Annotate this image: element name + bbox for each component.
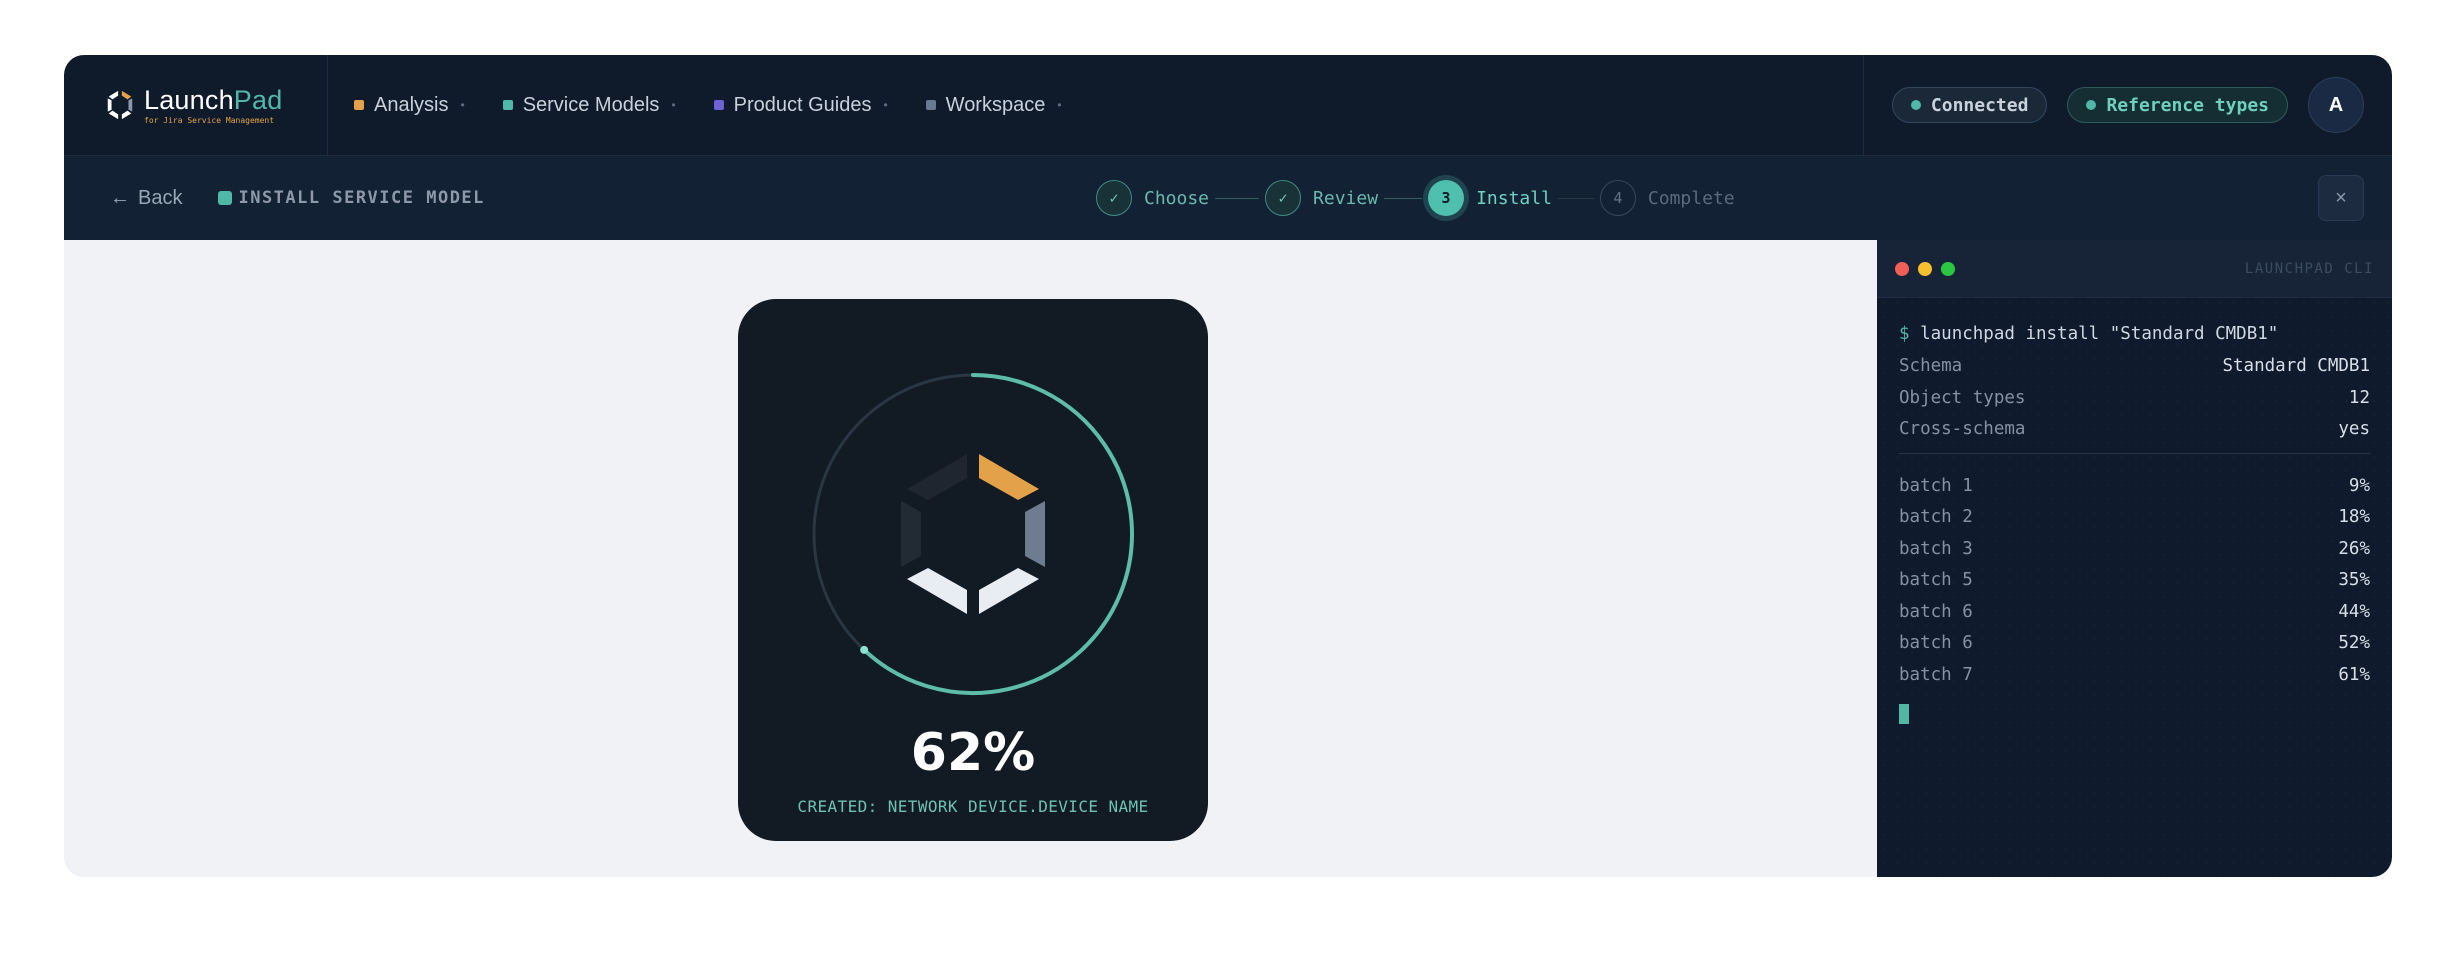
step-number: 4 [1599,180,1636,216]
brand-subtitle: for Jira Service Management [144,115,275,125]
cli-command: launchpad install "Standard CMDB1" [1920,324,2279,344]
brand[interactable]: LaunchPad for Jira Service Management [64,55,328,155]
section-square-icon [218,191,233,205]
launchpad-logo-icon [107,90,133,120]
section-title-text: INSTALL SERVICE MODEL [238,188,485,208]
nav-dot [925,100,936,110]
back-button[interactable]: ← Back [110,187,182,210]
step-label: Review [1313,187,1379,209]
connected-status-badge[interactable]: Connected [1891,87,2048,123]
arrow-left-icon: ← [110,186,130,209]
nav-item-workspace[interactable]: Workspace • [916,94,1090,117]
chevron-down-icon: • [460,98,465,112]
maximize-window-icon[interactable] [1941,261,1955,276]
cli-batch-row: batch 7 61% [1899,664,2370,685]
step-connector [1384,197,1423,199]
step-review[interactable]: ✓ Review [1265,180,1378,216]
step-number: 3 [1428,180,1465,216]
step-label: Choose [1144,187,1210,209]
progress-status-text: CREATED: NETWORK DEVICE.DEVICE NAME [797,797,1149,816]
nav-item-product-guides[interactable]: Product Guides • [704,94,916,117]
cli-title: LAUNCHPAD CLI [2244,260,2374,277]
cli-command-line: $ launchpad install "Standard CMDB1" [1899,322,2370,354]
window-controls [1895,261,1955,276]
nav-item-label: Workspace [945,93,1046,116]
step-complete[interactable]: 4 Complete [1599,180,1735,216]
chevron-down-icon: • [1057,98,1062,112]
progress-percent: 62% [910,723,1036,783]
stepper: ✓ Choose ✓ Review 3 Install 4 Complete [1096,156,1735,240]
step-connector [1215,197,1260,199]
cli-panel: LAUNCHPAD CLI $ launchpad install "Stand… [1877,240,2392,877]
cli-header: LAUNCHPAD CLI [1877,240,2392,298]
connected-label: Connected [1930,94,2029,116]
step-install[interactable]: 3 Install [1428,180,1552,216]
close-window-icon[interactable] [1895,261,1909,276]
cli-batch-row: batch 2 18% [1899,507,2370,527]
brand-name: LaunchPad [144,84,283,115]
cli-cursor[interactable] [1899,704,1909,724]
progress-head-dot [860,645,869,654]
step-connector [1557,197,1594,199]
status-dot-icon [1910,100,1921,110]
cli-batch-row: batch 5 35% [1899,570,2370,590]
nav-item-label: Product Guides [733,93,872,116]
check-icon: ✓ [1096,180,1132,216]
step-label: Complete [1647,187,1735,209]
nav-item-service-models[interactable]: Service Models • [493,94,704,117]
hexagon-logo-icon [901,454,1045,614]
minimize-window-icon[interactable] [1918,261,1932,276]
nav-status-area: Connected Reference types A [1862,55,2392,155]
install-progress-card: 62% CREATED: NETWORK DEVICE.DEVICE NAME [738,299,1208,841]
check-icon: ✓ [1265,180,1302,216]
nav-dot [354,100,364,110]
cli-info-row: Object types 12 [1899,387,2370,408]
cli-divider [1899,452,2370,454]
nav-item-analysis[interactable]: Analysis • [344,94,493,117]
cli-output: $ launchpad install "Standard CMDB1" Sch… [1877,298,2392,724]
cli-batch-row: batch 6 52% [1899,633,2370,653]
reference-types-label: Reference types [2106,94,2269,116]
cli-batch-row: batch 3 26% [1899,538,2370,559]
cli-prompt: $ [1899,324,1910,344]
cli-info-row: Cross-schema yes [1899,419,2370,439]
cli-info-row: Schema Standard CMDB1 [1899,356,2370,376]
section-title: INSTALL SERVICE MODEL [218,188,484,208]
step-label: Install [1476,187,1552,209]
close-icon[interactable]: × [2318,175,2364,221]
back-label: Back [138,186,183,209]
step-choose[interactable]: ✓ Choose [1096,180,1209,216]
app-window: LaunchPad for Jira Service Management An… [64,55,2392,877]
progress-ring [812,373,1134,695]
nav-item-label: Analysis [374,93,449,116]
nav-item-label: Service Models [522,93,660,116]
top-nav: LaunchPad for Jira Service Management An… [64,55,2392,156]
cli-batch-row: batch 6 44% [1899,601,2370,622]
wizard-bar: ← Back INSTALL SERVICE MODEL ✓ Choose ✓ … [64,156,2392,240]
nav-dot [713,100,724,110]
chevron-down-icon: • [671,98,676,112]
chevron-down-icon: • [883,98,888,112]
cli-batch-row: batch 1 9% [1899,475,2370,496]
avatar[interactable]: A [2308,77,2364,133]
main-nav: Analysis • Service Models • Product Guid… [328,55,1090,155]
nav-dot [502,100,513,110]
reference-types-badge[interactable]: Reference types [2067,87,2288,123]
status-dot-icon [2086,100,2097,110]
